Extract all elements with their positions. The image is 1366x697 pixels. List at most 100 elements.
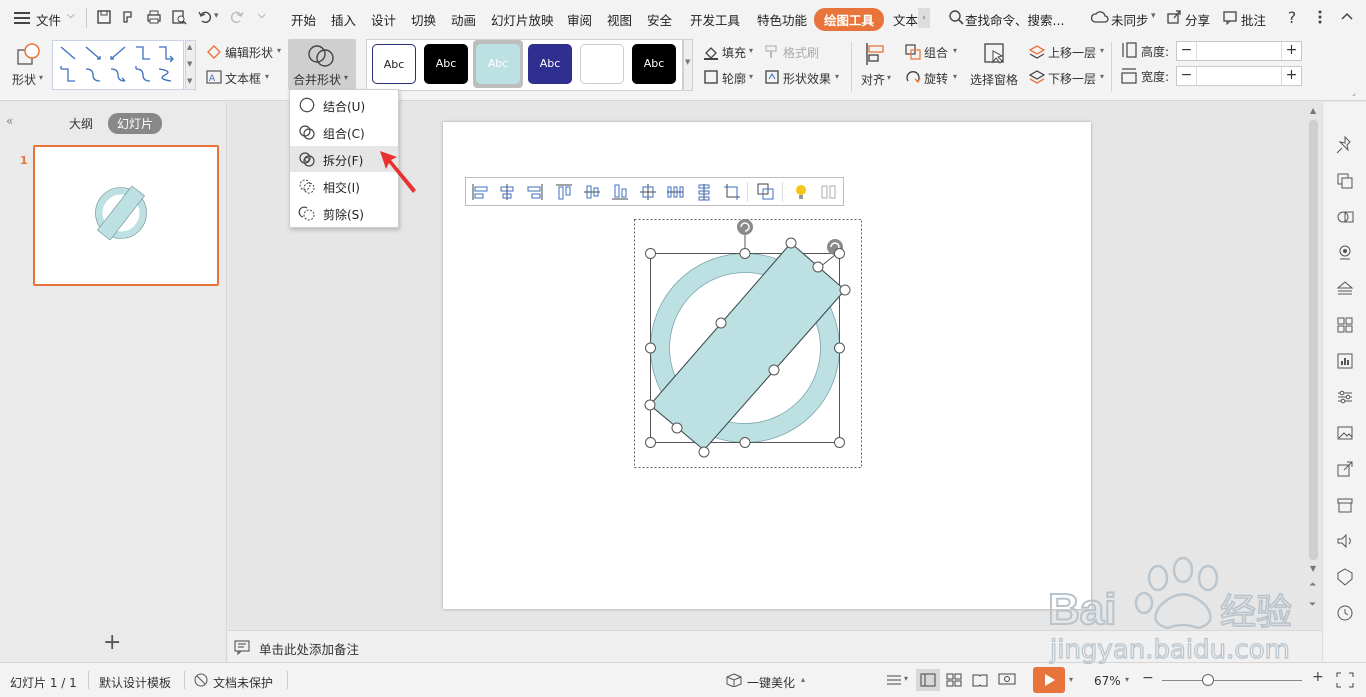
notes-dropdown-icon[interactable]: ▾ (904, 674, 908, 683)
style-box-teal[interactable]: Abc (476, 44, 520, 84)
group-shapes-icon[interactable] (757, 183, 775, 201)
print-preview-icon[interactable] (170, 9, 188, 27)
previous-slide-icon[interactable]: ⏶ (1309, 580, 1316, 590)
selection-pane-button[interactable]: 选择窗格 (970, 71, 1018, 88)
share-button[interactable]: 分享 (1185, 10, 1210, 29)
notes-pane[interactable]: 单击此处添加备注 (228, 630, 1322, 662)
edit-shape-icon[interactable] (206, 44, 222, 60)
textbox-button[interactable]: 文本框 (225, 70, 261, 87)
shape-icon[interactable] (16, 42, 42, 66)
vertical-scrollbar[interactable]: ▲ ▼ ⏶ ⏷ (1306, 102, 1322, 630)
zoom-out-button[interactable]: − (1142, 670, 1154, 686)
customize-toolbar-icon[interactable]: ⌵ (258, 10, 266, 21)
bring-forward-dropdown-icon[interactable]: ▾ (1100, 46, 1104, 55)
width-decrease-button[interactable]: − (1177, 67, 1197, 85)
align-center-icon[interactable] (498, 183, 516, 201)
align-right-icon[interactable] (526, 183, 544, 201)
chevron-down-icon[interactable]: ⌵ (67, 10, 75, 21)
lightbulb-icon[interactable] (792, 183, 810, 201)
collapse-ribbon-icon[interactable] (1338, 9, 1356, 27)
send-backward-icon[interactable] (1028, 69, 1046, 85)
pin-icon[interactable] (1336, 135, 1354, 154)
distribute-vertical-icon[interactable] (695, 183, 713, 201)
tab-transitions[interactable]: 切换 (411, 10, 436, 29)
width-input[interactable]: − + (1176, 66, 1302, 86)
rotate-handle-icon[interactable] (737, 219, 753, 235)
comment-button[interactable]: 批注 (1241, 10, 1266, 29)
export-share-icon[interactable] (1336, 460, 1354, 478)
collapse-panel-icon[interactable]: « (6, 114, 13, 128)
bring-forward-button[interactable]: 上移一层 (1048, 44, 1096, 61)
history-icon[interactable] (1336, 604, 1354, 622)
zoom-in-button[interactable]: + (1312, 669, 1324, 685)
share-icon[interactable] (1165, 9, 1183, 27)
play-slideshow-button[interactable] (1033, 667, 1065, 693)
slide-sorter-icon[interactable] (946, 673, 962, 687)
zoom-slider-track[interactable] (1162, 680, 1302, 681)
textbox-icon[interactable]: A (206, 69, 222, 85)
tab-home[interactable]: 开始 (291, 10, 316, 29)
grid-icon[interactable] (1336, 316, 1354, 334)
outline-dropdown-icon[interactable]: ▾ (749, 72, 753, 81)
height-decrease-button[interactable]: − (1177, 42, 1197, 60)
outline-button[interactable]: 轮廓 (722, 70, 746, 87)
search-command-input[interactable]: 查找命令、搜索... (965, 10, 1064, 29)
menu-item-combine[interactable]: 组合(C) (290, 119, 398, 145)
tab-slideshow[interactable]: 幻灯片放映 (491, 10, 554, 29)
file-menu[interactable]: 文件 (36, 10, 61, 29)
shape-dropdown-icon[interactable]: ▾ (39, 73, 43, 82)
redo-icon[interactable] (228, 9, 246, 27)
tab-design[interactable]: 设计 (371, 10, 396, 29)
notes-placeholder[interactable]: 单击此处添加备注 (259, 639, 359, 658)
slide-thumbnail[interactable] (33, 145, 219, 286)
group-button[interactable]: 组合 (924, 44, 948, 61)
help-icon[interactable]: ? (1283, 9, 1301, 27)
tab-features[interactable]: 特色功能 (757, 10, 807, 29)
textbox-dropdown-icon[interactable]: ▾ (265, 72, 269, 81)
merge-shapes-button[interactable]: 合并形状 ▾ (288, 39, 356, 90)
chart-icon[interactable] (1336, 352, 1354, 370)
cloud-sync-icon[interactable] (1090, 9, 1109, 27)
shield-icon[interactable] (1336, 568, 1354, 586)
rotate-icon[interactable] (905, 69, 921, 85)
scrollbar-thumb[interactable] (1309, 120, 1318, 560)
style-box-outline[interactable]: Abc (372, 44, 416, 84)
height-increase-button[interactable]: + (1281, 42, 1301, 60)
width-increase-button[interactable]: + (1281, 67, 1301, 85)
save-icon[interactable] (95, 9, 113, 27)
layers-icon[interactable] (1336, 280, 1354, 298)
normal-view-button[interactable] (916, 669, 940, 691)
shape-effect-icon[interactable] (764, 69, 780, 85)
align-icon[interactable] (865, 42, 887, 66)
shape-button[interactable]: 形状 (12, 71, 36, 88)
protect-status[interactable]: 文档未保护 (213, 674, 273, 691)
beautify-button[interactable]: 一键美化 (747, 674, 795, 691)
lines-gallery[interactable] (52, 40, 184, 90)
play-dropdown-icon[interactable]: ▾ (1069, 675, 1073, 684)
rectangle-shape[interactable] (649, 242, 846, 451)
tab-view[interactable]: 视图 (607, 10, 632, 29)
send-backward-button[interactable]: 下移一层 (1048, 70, 1096, 87)
style-box-navy[interactable]: Abc (528, 44, 572, 84)
selected-shapes[interactable] (630, 215, 870, 475)
tab-review[interactable]: 审阅 (567, 10, 592, 29)
group-icon[interactable] (905, 44, 921, 60)
style-gallery-more-icon[interactable]: ▼ (683, 39, 693, 91)
edit-shape-dropdown-icon[interactable]: ▾ (277, 46, 281, 55)
more-options-icon[interactable] (1311, 9, 1329, 27)
send-backward-dropdown-icon[interactable]: ▾ (1100, 72, 1104, 81)
style-box-white[interactable] (580, 44, 624, 84)
crop-icon[interactable] (723, 183, 741, 201)
archive-icon[interactable] (1336, 496, 1354, 514)
outline-icon[interactable] (703, 69, 719, 85)
hamburger-menu-icon[interactable] (14, 11, 30, 25)
shapes-icon[interactable] (1336, 208, 1354, 226)
group-dropdown-icon[interactable]: ▾ (953, 46, 957, 55)
align-bottom-icon[interactable] (611, 183, 629, 201)
shape-effect-dropdown-icon[interactable]: ▾ (835, 72, 839, 81)
tab-drawing-tools[interactable]: 绘图工具 (814, 8, 885, 31)
style-box-black[interactable]: Abc (424, 44, 468, 84)
zoom-slider-thumb[interactable] (1202, 674, 1214, 686)
export-icon[interactable] (120, 9, 138, 27)
fill-dropdown-icon[interactable]: ▾ (749, 46, 753, 55)
